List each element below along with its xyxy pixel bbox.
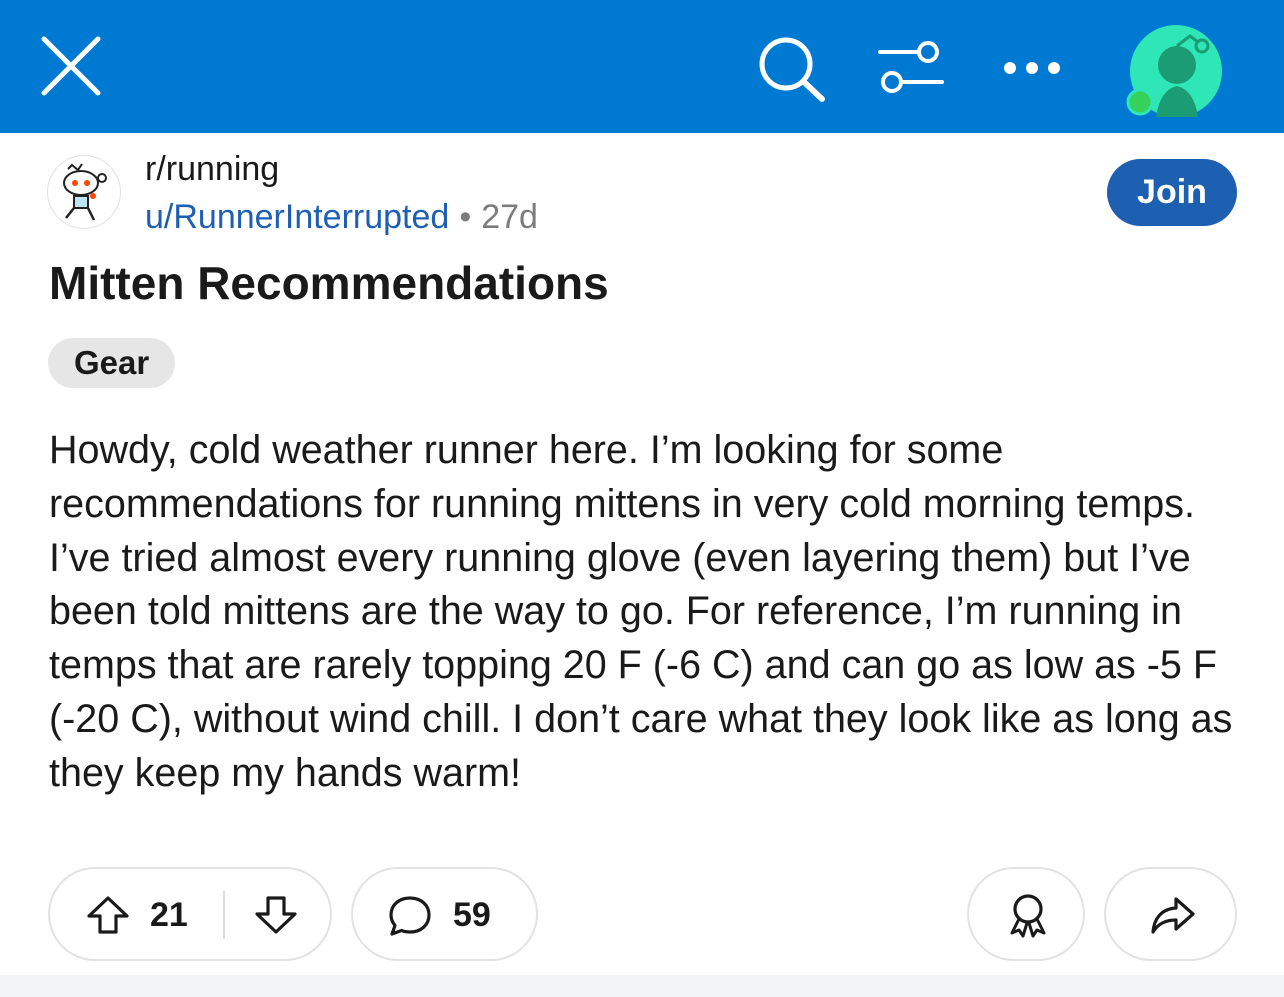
comments-button[interactable]: 59 (351, 867, 538, 961)
vote-bar: 21 (48, 867, 332, 961)
meta-separator: • (459, 198, 472, 236)
share-button[interactable] (1104, 867, 1237, 961)
subreddit-avatar[interactable] (48, 156, 120, 228)
flair-badge[interactable]: Gear (48, 338, 176, 388)
post-meta: u/RunnerInterrupted • 27d (145, 198, 538, 237)
close-icon[interactable] (38, 35, 104, 97)
award-icon (1010, 894, 1046, 938)
post-title: Mitten Recommendations (49, 257, 609, 309)
comment-icon (389, 896, 431, 936)
share-icon (1151, 897, 1195, 934)
more-icon[interactable] (1000, 55, 1064, 81)
award-button[interactable] (967, 867, 1085, 961)
vote-divider (223, 891, 225, 939)
search-icon[interactable] (756, 35, 828, 103)
top-bar (0, 0, 1284, 133)
snoo-runner-icon (63, 163, 107, 221)
join-button[interactable]: Join (1107, 159, 1237, 226)
filter-icon[interactable] (876, 40, 946, 96)
post-age: 27d (481, 198, 538, 236)
author-link[interactable]: u/RunnerInterrupted (145, 198, 449, 236)
avatar[interactable] (1120, 24, 1224, 118)
upvote-count: 21 (150, 896, 188, 934)
upvote-icon[interactable] (86, 895, 130, 935)
bottom-divider (0, 975, 1284, 997)
post-body: Howdy, cold weather runner here. I’m loo… (49, 428, 1233, 795)
subreddit-name[interactable]: r/running (145, 150, 279, 189)
comment-count: 59 (453, 896, 491, 934)
downvote-icon[interactable] (254, 895, 298, 935)
